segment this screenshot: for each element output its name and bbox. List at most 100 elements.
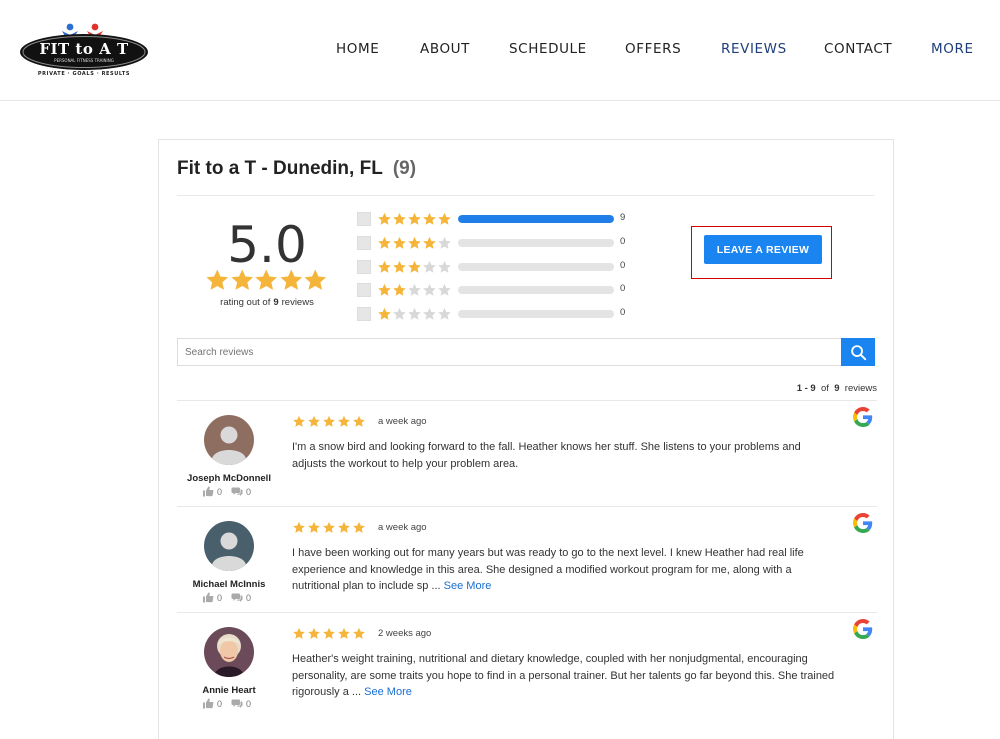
rating-row-3-star[interactable]: 0 [357, 260, 637, 274]
nav-more[interactable]: MORE [931, 41, 974, 57]
star-icon [323, 415, 335, 427]
search-bar [177, 338, 875, 366]
google-icon[interactable] [853, 407, 873, 427]
comment-count: 0 [246, 486, 252, 497]
star-icon [438, 212, 451, 225]
see-more-link[interactable]: See More [444, 580, 492, 592]
rating-bar-track [458, 310, 614, 318]
star-icon [353, 415, 365, 427]
star-icon [338, 521, 350, 533]
star-icon [423, 212, 436, 225]
rating-filter-checkbox[interactable] [357, 236, 371, 250]
star-icon [308, 627, 320, 639]
star-icon [323, 627, 335, 639]
nav-contact[interactable]: CONTACT [824, 41, 892, 57]
rating-bar-track [458, 215, 614, 223]
rating-filter-checkbox[interactable] [357, 260, 371, 274]
avatar [204, 521, 254, 571]
review-text: Heather's weight training, nutritional a… [292, 651, 837, 701]
star-icon [255, 269, 278, 290]
star-icon [438, 283, 451, 296]
rating-filter-checkbox[interactable] [357, 307, 371, 321]
star-icon [378, 212, 391, 225]
rating-summary: rating out of 9 reviews [199, 297, 335, 308]
comment-icon[interactable] [231, 592, 243, 603]
review-body: I have been working out for many years b… [292, 547, 804, 592]
nav-reviews[interactable]: REVIEWS [721, 41, 787, 57]
rating-summary-prefix: rating out of [220, 297, 271, 308]
avatar-placeholder-icon [204, 521, 254, 571]
star-icon [230, 269, 253, 290]
google-icon[interactable] [853, 513, 873, 533]
reviewer-name: Joseph McDonnell [187, 473, 271, 484]
rating-row-5-star[interactable]: 9 [357, 212, 637, 226]
rating-row-count: 0 [620, 260, 626, 271]
search-input[interactable] [178, 339, 842, 365]
main-nav: HOME ABOUT SCHEDULE OFFERS REVIEWS CONTA… [0, 41, 1000, 61]
nav-home[interactable]: HOME [336, 41, 379, 57]
rating-filter-checkbox[interactable] [357, 283, 371, 297]
thumbs-up-icon[interactable] [202, 592, 214, 603]
review-stars [292, 521, 367, 534]
pagination-summary: 1 - 9 of 9 reviews [719, 383, 877, 394]
review-text: I have been working out for many years b… [292, 545, 837, 595]
reviews-widget: Fit to a T - Dunedin, FL (9) 5.0 rating o… [158, 139, 894, 739]
review-stars [292, 627, 367, 640]
average-rating: 5.0 [227, 216, 307, 274]
star-icon [353, 627, 365, 639]
comment-icon[interactable] [231, 486, 243, 497]
star-icon [293, 627, 305, 639]
star-icon [438, 307, 451, 320]
rating-row-stars [377, 236, 452, 250]
nav-about[interactable]: ABOUT [420, 41, 470, 57]
comment-icon[interactable] [231, 698, 243, 709]
star-icon [378, 260, 391, 273]
star-icon [393, 283, 406, 296]
rating-filter-checkbox[interactable] [357, 212, 371, 226]
see-more-link[interactable]: See More [364, 686, 412, 698]
star-icon [304, 269, 327, 290]
like-count: 0 [217, 698, 223, 709]
widget-title: Fit to a T - Dunedin, FL (9) [177, 158, 416, 180]
rating-bar-track [458, 263, 614, 271]
svg-text:PRIVATE · GOALS · RESULTS: PRIVATE · GOALS · RESULTS [38, 71, 130, 77]
review-reactions: 0 0 [202, 592, 251, 603]
search-button[interactable] [841, 338, 875, 366]
avatar [204, 415, 254, 465]
avatar [204, 627, 254, 677]
star-icon [393, 307, 406, 320]
comment-count: 0 [246, 592, 252, 603]
rating-bar-track [458, 239, 614, 247]
leave-review-button[interactable]: LEAVE A REVIEW [704, 235, 822, 264]
star-icon [338, 415, 350, 427]
nav-schedule[interactable]: SCHEDULE [509, 41, 587, 57]
thumbs-up-icon[interactable] [202, 486, 214, 497]
star-icon [408, 283, 421, 296]
rating-row-1-star[interactable]: 0 [357, 307, 637, 321]
review-reactions: 0 0 [202, 698, 251, 709]
google-icon[interactable] [853, 619, 873, 639]
star-icon [353, 521, 365, 533]
rating-summary-count: 9 [273, 297, 279, 308]
star-icon [408, 212, 421, 225]
review-time: a week ago [378, 416, 427, 427]
star-icon [408, 307, 421, 320]
thumbs-up-icon[interactable] [202, 698, 214, 709]
star-icon [393, 236, 406, 249]
star-icon [338, 627, 350, 639]
business-name: Fit to a T - Dunedin, FL [177, 158, 383, 179]
nav-offers[interactable]: OFFERS [625, 41, 681, 57]
star-icon [293, 415, 305, 427]
review-item: Annie Heart 0 0 2 weeks ago Heather's we… [177, 612, 877, 718]
star-icon [423, 283, 436, 296]
rating-row-count: 0 [620, 307, 626, 318]
avatar-placeholder-icon [204, 415, 254, 465]
review-stars [292, 415, 367, 428]
star-icon [206, 269, 229, 290]
rating-row-2-star[interactable]: 0 [357, 283, 637, 297]
rating-row-4-star[interactable]: 0 [357, 236, 637, 250]
divider [177, 195, 874, 196]
star-icon [293, 521, 305, 533]
star-icon [408, 260, 421, 273]
review-time: a week ago [378, 522, 427, 533]
